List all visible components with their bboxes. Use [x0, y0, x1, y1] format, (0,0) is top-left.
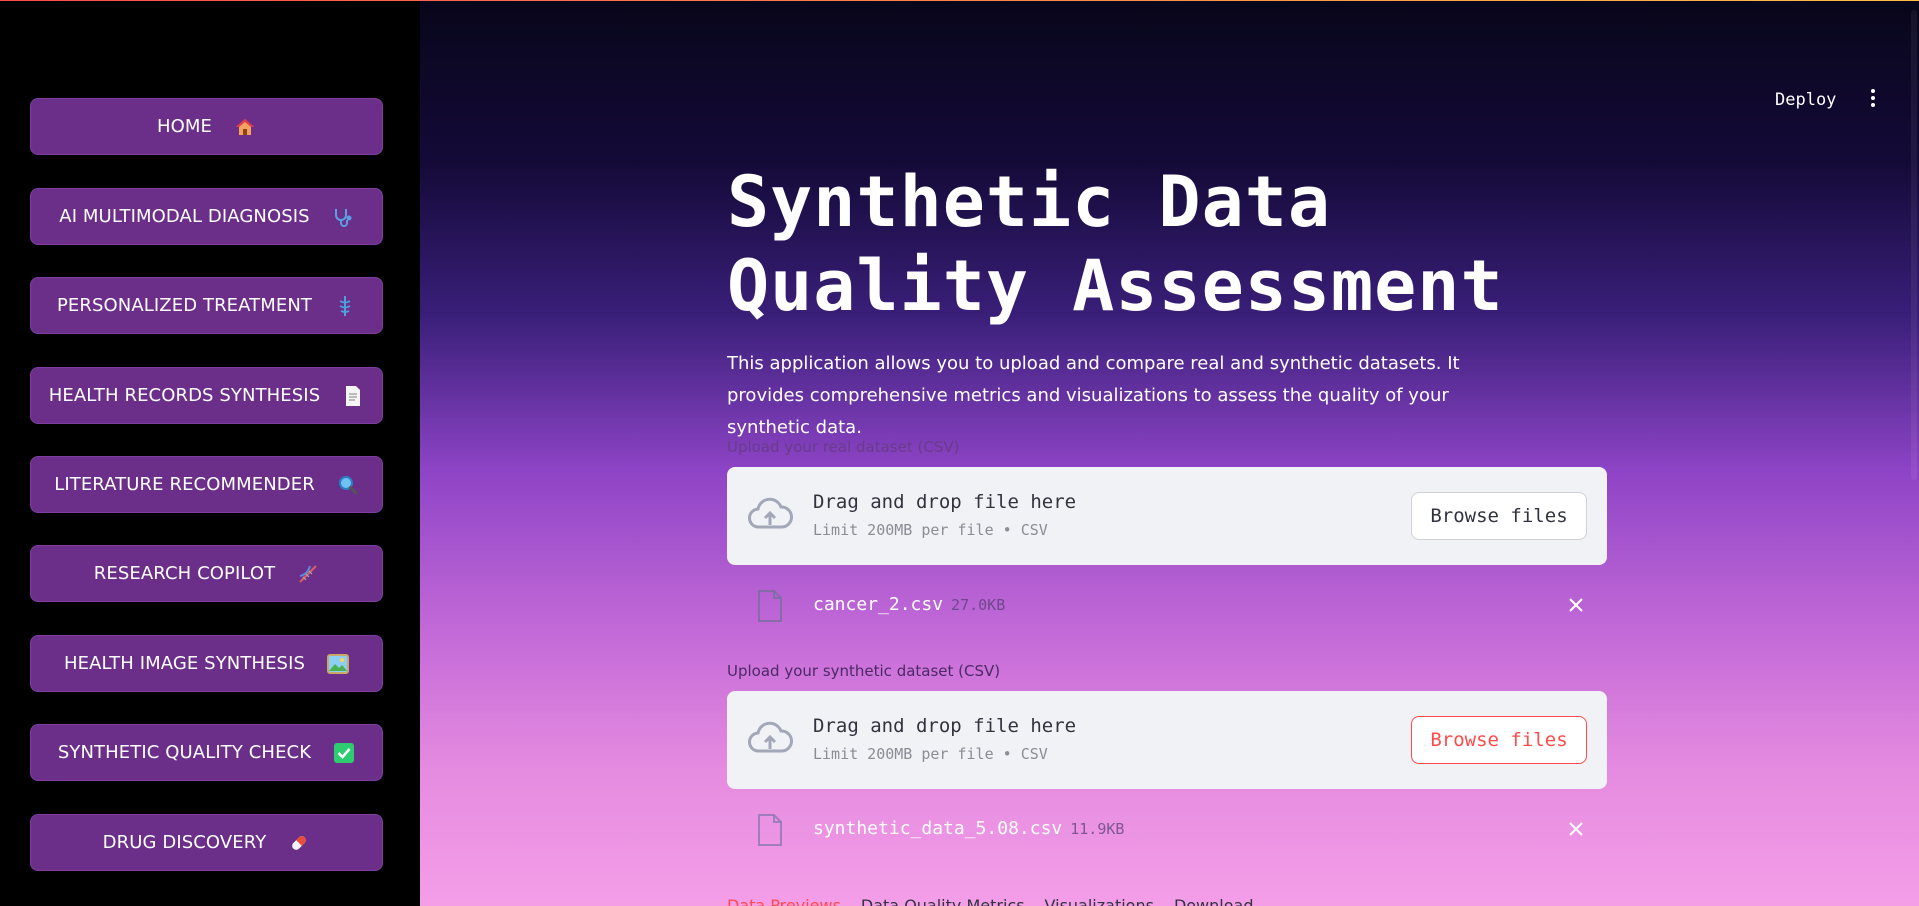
dna-icon	[297, 563, 319, 585]
file-name: cancer_2.csv	[813, 594, 944, 615]
sidebar-item-label: HOME	[156, 116, 212, 137]
dropzone-instructions: Drag and drop file here	[813, 491, 1077, 513]
browse-files-button[interactable]: Browse files	[1411, 492, 1587, 540]
page-description: This application allows you to upload an…	[727, 353, 1460, 438]
sidebar-item-synthetic-quality-check[interactable]: SYNTHETIC QUALITY CHECK	[30, 724, 383, 781]
sidebar-item-home[interactable]: HOME	[30, 98, 383, 155]
pill-icon	[288, 832, 310, 854]
top-accent-line	[0, 0, 1919, 1]
sidebar-item-label: PERSONALIZED TREATMENT	[56, 295, 313, 316]
sidebar-item-health-image-synthesis[interactable]: HEALTH IMAGE SYNTHESIS	[30, 635, 383, 692]
sidebar: HOME AI MULTIMODAL DIAGNOSIS PERSONALIZE…	[0, 0, 420, 906]
dropzone-instructions: Drag and drop file here	[813, 715, 1077, 737]
document-icon	[342, 385, 364, 407]
tab-visualizations[interactable]: Visualizations	[1045, 896, 1154, 906]
tab-data-quality-metrics[interactable]: Data Quality Metrics	[861, 896, 1025, 906]
sidebar-item-label: RESEARCH COPILOT	[93, 563, 276, 584]
sidebar-item-label: HEALTH RECORDS SYNTHESIS	[48, 385, 321, 406]
page-title-line-1: Synthetic Data	[727, 161, 1332, 243]
page-title-line-2: Quality Assessment	[727, 245, 1504, 327]
synthetic-dataset-dropzone[interactable]: Drag and drop file here Limit 200MB per …	[727, 691, 1607, 789]
scrollbar[interactable]	[1911, 10, 1917, 480]
sidebar-item-label: LITERATURE RECOMMENDER	[54, 474, 315, 495]
deploy-button[interactable]: Deploy	[1775, 90, 1836, 110]
tab-download[interactable]: Download	[1174, 896, 1254, 906]
sidebar-item-label: HEALTH IMAGE SYNTHESIS	[63, 653, 306, 674]
file-name: synthetic_data_5.08.csv	[813, 818, 1063, 839]
stethoscope-icon	[332, 206, 354, 228]
real-dataset-dropzone[interactable]: Drag and drop file here Limit 200MB per …	[727, 467, 1607, 565]
real-dataset-upload-label: Upload your real dataset (CSV)	[727, 438, 960, 456]
picture-icon	[327, 653, 350, 675]
sidebar-item-health-records-synthesis[interactable]: HEALTH RECORDS SYNTHESIS	[30, 367, 383, 424]
remove-file-icon[interactable]	[1567, 820, 1585, 838]
sidebar-item-research-copilot[interactable]: RESEARCH COPILOT	[30, 545, 383, 602]
uploaded-file-row: cancer_2.csv 27.0KB	[727, 580, 1607, 630]
synthetic-dataset-upload-label: Upload your synthetic dataset (CSV)	[727, 662, 1001, 680]
file-icon	[758, 814, 782, 846]
sidebar-item-literature-recommender[interactable]: LITERATURE RECOMMENDER	[30, 456, 383, 513]
file-size: 11.9KB	[1070, 820, 1125, 838]
sidebar-item-ai-multimodal-diagnosis[interactable]: AI MULTIMODAL DIAGNOSIS	[30, 188, 383, 245]
house-icon	[234, 116, 256, 138]
browse-files-button[interactable]: Browse files	[1411, 716, 1587, 764]
remove-file-icon[interactable]	[1567, 596, 1585, 614]
dropzone-limit-text: Limit 200MB per file • CSV	[813, 521, 1048, 539]
file-size: 27.0KB	[951, 596, 1006, 614]
file-icon	[758, 590, 782, 622]
sidebar-item-personalized-treatment[interactable]: PERSONALIZED TREATMENT	[30, 277, 383, 334]
magnifier-icon	[337, 474, 359, 496]
tab-data-previews[interactable]: Data Previews	[727, 896, 841, 906]
dropzone-limit-text: Limit 200MB per file • CSV	[813, 745, 1048, 763]
main-menu-icon[interactable]	[1866, 86, 1880, 110]
sidebar-item-drug-discovery[interactable]: DRUG DISCOVERY	[30, 814, 383, 871]
results-tab-bar: Data Previews Data Quality Metrics Visua…	[727, 896, 1253, 906]
cloud-upload-icon	[748, 721, 793, 753]
uploaded-file-row: synthetic_data_5.08.csv 11.9KB	[727, 804, 1607, 854]
cloud-upload-icon	[748, 497, 793, 529]
sidebar-item-label: DRUG DISCOVERY	[102, 832, 267, 853]
sidebar-item-label: SYNTHETIC QUALITY CHECK	[57, 742, 312, 763]
page-header: Synthetic Data Quality Assessment This a…	[727, 160, 1607, 444]
caduceus-icon	[334, 295, 356, 317]
page-title: Synthetic Data Quality Assessment	[727, 160, 1607, 328]
check-mark-icon	[333, 742, 355, 764]
sidebar-item-label: AI MULTIMODAL DIAGNOSIS	[59, 206, 310, 227]
